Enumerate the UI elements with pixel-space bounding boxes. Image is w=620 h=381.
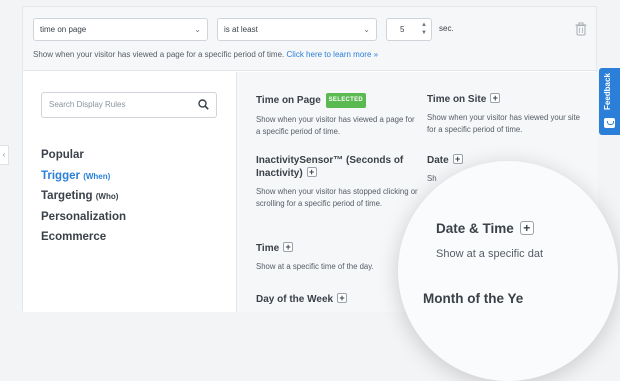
add-rule-button[interactable]: + <box>337 293 348 303</box>
search-input[interactable]: Search Display Rules <box>41 92 217 118</box>
nav-item-targeting[interactable]: Targeting (Who) <box>41 186 126 207</box>
search-icon[interactable] <box>198 99 209 110</box>
nav-label: Popular <box>41 149 84 161</box>
rule-title-text: Time on Page <box>256 95 321 106</box>
nav-label: Trigger <box>41 169 80 182</box>
chevron-down-icon[interactable]: ▼ <box>421 29 427 37</box>
condition-bar: time on page ⌄ is at least ⌄ 5 ▲ ▼ sec. … <box>23 7 596 71</box>
selected-badge: SELECTED <box>325 93 367 108</box>
collapse-handle[interactable]: ‹ <box>0 145 9 165</box>
stepper-arrows[interactable]: ▲ ▼ <box>421 21 427 37</box>
nav-label: Personalization <box>41 210 126 223</box>
zoom-rule-title: Date & Time + <box>436 221 534 236</box>
rule-description: Show when your visitor has viewed your s… <box>427 113 580 134</box>
chevron-down-icon: ⌄ <box>363 25 370 34</box>
rule-time[interactable]: Time + Show at a specific time of the day… <box>256 242 421 273</box>
nav-item-popular[interactable]: Popular <box>41 145 126 166</box>
nav-item-trigger[interactable]: Trigger (When) <box>41 166 126 187</box>
rule-title-text: Day of the Week <box>256 294 334 305</box>
rule-title-text: Time <box>256 243 280 254</box>
search-placeholder: Search Display Rules <box>49 100 126 109</box>
rule-title: Time on Site + <box>427 93 587 106</box>
feedback-icon <box>604 118 615 128</box>
add-rule-button[interactable]: + <box>452 154 463 164</box>
feedback-label: Feedback <box>603 73 612 110</box>
operator-select-value: is at least <box>224 25 258 34</box>
seconds-value: 5 <box>400 25 405 34</box>
nav-item-personalization[interactable]: Personalization <box>41 207 126 228</box>
operator-select[interactable]: is at least ⌄ <box>217 18 377 41</box>
chevron-down-icon: ⌄ <box>194 25 201 34</box>
zoom-title-text: Date & Time <box>436 221 514 236</box>
helper-description: Show when your visitor has viewed a page… <box>33 50 285 59</box>
add-rule-button[interactable]: + <box>519 221 534 235</box>
add-rule-button[interactable]: + <box>306 167 317 177</box>
add-rule-button[interactable]: + <box>283 242 294 252</box>
zoom-next-rule-title: Month of the Ye <box>423 291 524 306</box>
rule-description: Show at a specific time of the day. <box>256 262 374 271</box>
chevron-up-icon[interactable]: ▲ <box>421 21 427 29</box>
rule-description: Show when your visitor has viewed a page… <box>256 115 415 136</box>
rule-description: Show when your visitor has stopped click… <box>256 187 418 208</box>
rule-title-text: Time on Site <box>427 94 487 105</box>
rule-day-of-week[interactable]: Day of the Week + <box>256 293 421 306</box>
rule-time-on-page[interactable]: Time on Page SELECTED Show when your vis… <box>256 93 421 138</box>
add-rule-button[interactable]: + <box>490 93 501 103</box>
nav-item-ecommerce[interactable]: Ecommerce <box>41 227 126 248</box>
rule-title: Time on Page SELECTED <box>256 93 421 108</box>
learn-more-link[interactable]: Click here to learn more » <box>286 50 378 59</box>
rule-title: Day of the Week + <box>256 293 421 306</box>
helper-text: Show when your visitor has viewed a page… <box>33 50 378 59</box>
nav-sublabel: (When) <box>83 171 111 181</box>
category-nav: Popular Trigger (When) Targeting (Who) P… <box>41 145 126 248</box>
seconds-stepper[interactable]: 5 ▲ ▼ <box>386 18 432 41</box>
rule-title: Time + <box>256 242 421 255</box>
rule-title-text: InactivitySensor™ (Seconds of Inactivity… <box>256 155 404 179</box>
rule-title-text: Date <box>427 155 449 166</box>
chevron-left-icon: ‹ <box>2 150 6 159</box>
zoom-rule-description: Show at a specific dat <box>436 248 544 260</box>
rules-sidebar: Search Display Rules Popular Trigger (Wh… <box>23 72 236 312</box>
nav-label: Ecommerce <box>41 231 107 243</box>
unit-label: sec. <box>439 24 454 33</box>
feedback-tab[interactable]: Feedback <box>599 68 620 135</box>
nav-label: Targeting <box>41 190 93 202</box>
magnifier-callout: Date & Time + Show at a specific dat Mont… <box>398 161 618 381</box>
trash-icon[interactable] <box>575 22 587 36</box>
rule-time-on-site[interactable]: Time on Site + Show when your visitor has… <box>427 93 587 136</box>
rule-title: InactivitySensor™ (Seconds of Inactivity… <box>256 154 421 180</box>
rule-select[interactable]: time on page ⌄ <box>33 18 208 41</box>
rule-inactivity-sensor[interactable]: InactivitySensor™ (Seconds of Inactivity… <box>256 154 421 210</box>
nav-sublabel: (Who) <box>95 192 119 201</box>
rule-select-value: time on page <box>40 25 87 34</box>
